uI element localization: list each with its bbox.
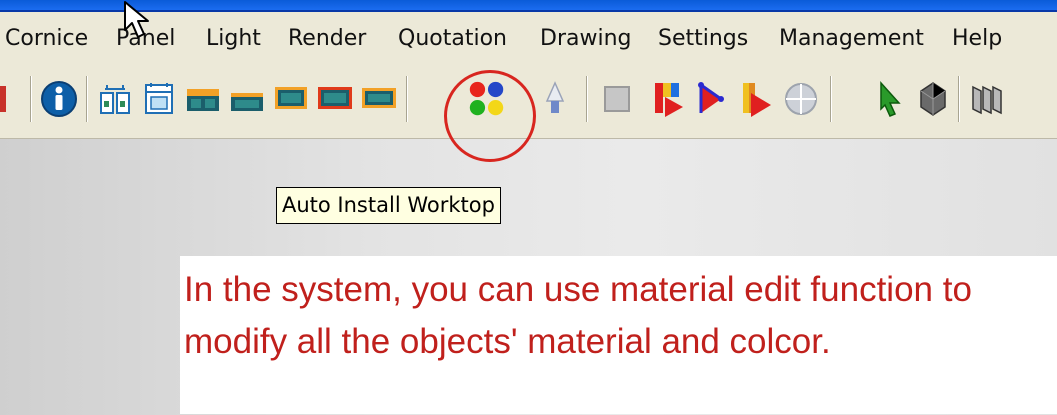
menu-management[interactable]: Management <box>779 27 924 51</box>
instruction-text: In the system, you can use material edit… <box>184 270 972 361</box>
panels-icon[interactable] <box>966 78 1008 120</box>
menu-help[interactable]: Help <box>952 27 1002 51</box>
info-icon[interactable] <box>38 78 80 120</box>
base-cabinet-icon[interactable] <box>182 78 224 120</box>
highlight-circle <box>444 70 536 162</box>
tooltip-auto-install-worktop: Auto Install Worktop <box>276 187 501 224</box>
render-path-icon[interactable] <box>692 78 734 120</box>
tall-cabinet-icon[interactable] <box>138 78 180 120</box>
menu-light[interactable]: Light <box>206 27 261 51</box>
menu-drawing[interactable]: Drawing <box>540 27 631 51</box>
sphere-icon[interactable] <box>780 78 822 120</box>
menu-cornice[interactable]: Cornice <box>5 27 88 51</box>
blank-icon[interactable] <box>596 78 638 120</box>
render-flag-icon[interactable] <box>648 78 690 120</box>
partial-tool-icon[interactable] <box>0 78 10 120</box>
instruction-box: In the system, you can use material edit… <box>180 256 1057 414</box>
menu-render[interactable]: Render <box>288 27 366 51</box>
pointer-icon[interactable] <box>868 78 910 120</box>
solid-icon[interactable] <box>912 78 954 120</box>
menu-quotation[interactable]: Quotation <box>398 27 507 51</box>
cabinet-pair-icon[interactable] <box>94 78 136 120</box>
sink-cabinet-icon[interactable] <box>270 78 312 120</box>
oven-cabinet-icon[interactable] <box>358 78 400 120</box>
menu-settings[interactable]: Settings <box>658 27 748 51</box>
lamp-icon[interactable] <box>534 78 576 120</box>
hob-cabinet-icon[interactable] <box>314 78 356 120</box>
render-gradient-icon[interactable] <box>736 78 778 120</box>
wall-cabinet-icon[interactable] <box>226 78 268 120</box>
mouse-cursor-icon <box>121 0 165 48</box>
